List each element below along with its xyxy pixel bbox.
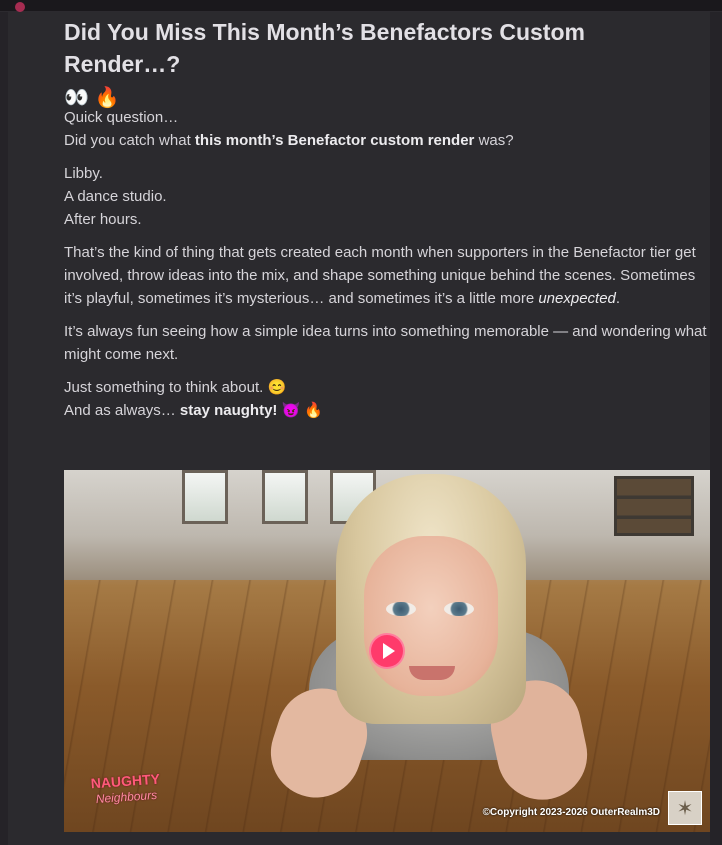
notification-dot bbox=[15, 2, 25, 12]
post-title: Did You Miss This Month’s Benefactors Cu… bbox=[64, 16, 704, 114]
devil-fire-emoji: 😈 🔥 bbox=[281, 402, 324, 419]
window-left bbox=[182, 470, 228, 524]
p2-line1: Libby. bbox=[64, 165, 103, 182]
p5-line1: Just something to think about. bbox=[64, 379, 264, 396]
window-middle bbox=[262, 470, 308, 524]
naughty-neighbours-logo: NAUGHTY Neighbours bbox=[85, 770, 167, 811]
p1-line1: Quick question… bbox=[64, 109, 179, 126]
video-thumbnail[interactable]: NAUGHTY Neighbours ©Copyright 2023-2026 … bbox=[64, 470, 710, 832]
play-icon[interactable] bbox=[369, 633, 405, 669]
paragraph-5: Just something to think about. 😊 And as … bbox=[64, 376, 712, 422]
post-container: Did You Miss This Month’s Benefactors Cu… bbox=[0, 12, 722, 845]
p1-line2-b: this month’s Benefactor custom render bbox=[194, 132, 475, 149]
figure-eye-left bbox=[386, 602, 416, 616]
p5-line2-a: And as always… bbox=[64, 402, 180, 419]
top-bar bbox=[0, 0, 722, 12]
figure-eye-right bbox=[444, 602, 474, 616]
p1-line2-a: Did you catch what bbox=[64, 132, 195, 149]
p2-line3: After hours. bbox=[64, 211, 142, 228]
left-gutter bbox=[0, 12, 8, 845]
post-title-text: Did You Miss This Month’s Benefactors Cu… bbox=[64, 19, 585, 77]
paragraph-2: Libby. A dance studio. After hours. bbox=[64, 162, 712, 231]
figure-mouth bbox=[409, 666, 455, 680]
shelf bbox=[614, 476, 694, 536]
p3-b: unexpected bbox=[538, 290, 616, 307]
p1-line2-c: was? bbox=[474, 132, 514, 149]
paragraph-3: That’s the kind of thing that gets creat… bbox=[64, 241, 712, 310]
copyright-text: ©Copyright 2023-2026 OuterRealm3D bbox=[482, 807, 660, 818]
p2-line2: A dance studio. bbox=[64, 188, 167, 205]
p3-c: . bbox=[615, 290, 621, 307]
brand-mark-icon: ✶ bbox=[668, 791, 702, 825]
paragraph-4: It’s always fun seeing how a simple idea… bbox=[64, 323, 707, 363]
smile-emoji: 😊 bbox=[267, 379, 287, 396]
post-body: Quick question… Did you catch what this … bbox=[64, 106, 712, 432]
paragraph-1: Quick question… Did you catch what this … bbox=[64, 106, 712, 152]
p5-line2-b: stay naughty! bbox=[179, 402, 278, 419]
